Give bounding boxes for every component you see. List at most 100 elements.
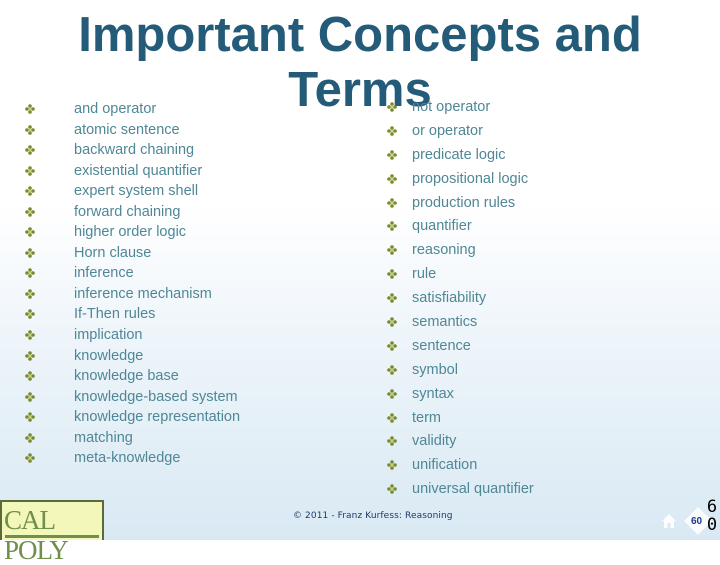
list-item: expert system shell [25,181,240,202]
list-item: rule [387,264,534,288]
list-item-text: knowledge base [74,368,179,385]
list-item: knowledge representation [25,407,241,428]
list-item: knowledge-based system [25,387,240,408]
list-item-text: and operator [74,101,157,117]
diamond-bullet-icon [387,484,397,495]
page-number-badge: 60 [691,516,703,527]
diamond-bullet-icon [25,309,35,320]
list-item-text: semantics [412,314,478,331]
list-item-text: propositional logic [412,170,529,187]
diamond-bullet-icon [387,102,397,112]
diamond-bullet-icon [387,149,397,160]
list-item-text: atomic sentence [74,121,180,138]
diamond-bullet-icon [25,206,35,217]
list-item: If-Then rules [25,304,240,325]
diamond-bullet-icon [25,371,35,381]
list-item: symbol [387,360,534,384]
list-item: knowledge [25,346,240,367]
list-item: meta-knowledge [25,448,240,469]
list-item: existential quantifier [25,161,240,182]
list-item-text: rule [412,266,437,283]
list-item: term [387,408,534,432]
cal-poly-logo: CAL POLY [0,500,104,565]
list-item-text: universal quantifier [412,481,534,498]
list-item-text: inference mechanism [74,285,212,302]
footer-copyright: © 2011 - Franz Kurfess: Reasoning [293,511,453,521]
list-item-text: predicate logic [412,146,506,163]
list-item-text: forward chaining [74,203,181,220]
list-item-text: satisfiability [412,290,487,307]
page-number-digit-bottom: 0 [706,515,718,535]
diamond-bullet-icon [387,173,397,184]
diamond-bullet-icon [387,317,397,327]
diamond-bullet-icon [25,124,35,135]
diamond-bullet-icon [387,293,397,303]
list-item: propositional logic [387,169,534,193]
diamond-bullet-icon [25,350,35,361]
list-item-text: expert system shell [74,183,199,200]
list-item-text: higher order logic [74,224,187,241]
list-item-text: syntax [412,385,454,402]
diamond-bullet-icon [25,248,35,258]
diamond-bullet-icon [387,269,397,280]
list-item-text: knowledge representation [74,409,241,426]
list-item: satisfiability [387,288,534,312]
list-item-text: If-Then rules [74,306,156,323]
list-item: semantics [387,312,534,336]
list-item: validity [387,431,534,455]
list-item-text: sentence [412,337,471,354]
list-item: or operator [387,121,534,145]
diamond-bullet-icon [387,245,397,256]
list-item: sentence [387,336,534,360]
list-item-text: or operator [412,122,483,139]
list-item: backward chaining [25,140,240,161]
page-number-large: 6 0 [705,498,719,534]
diamond-bullet-icon [387,221,397,232]
list-item: forward chaining [25,202,240,223]
list-item: syntax [387,384,534,408]
list-item-text: unification [412,457,478,474]
list-item-text: reasoning [412,242,476,259]
logo-underline [5,535,99,538]
diamond-bullet-icon [25,453,35,464]
list-item: quantifier [387,216,534,240]
diamond-bullet-icon [25,186,35,196]
list-item: production rules [387,193,534,217]
diamond-bullet-icon [387,126,397,136]
diamond-bullet-icon [387,436,397,447]
list-item: universal quantifier [387,479,534,503]
diamond-bullet-icon [25,268,35,279]
list-item-text: implication [74,327,143,344]
list-item: inference mechanism [25,284,240,305]
diamond-bullet-icon [387,341,397,351]
list-item-text: quantifier [412,218,472,235]
list-item: atomic sentence [25,120,240,141]
list-item-text: knowledge-based system [74,388,238,405]
diamond-bullet-icon [25,145,35,155]
diamond-bullet-icon [387,460,397,471]
terms-list-right: not operator or operator predicate logic pr… [387,97,534,503]
list-item: inference [25,263,240,284]
list-item-text: knowledge [74,347,144,364]
list-item-text: meta-knowledge [74,450,181,467]
list-item-text: term [412,409,441,426]
diamond-bullet-icon [25,165,35,176]
list-item-text: Horn clause [74,244,152,261]
diamond-bullet-icon [25,391,35,402]
list-item-text: existential quantifier [74,162,203,179]
home-icon[interactable] [662,514,676,528]
diamond-bullet-icon [387,197,397,208]
list-item: not operator [387,97,534,121]
list-item-text: validity [412,433,457,450]
diamond-bullet-icon [25,412,35,423]
list-item-text: matching [74,429,133,446]
list-item: reasoning [387,240,534,264]
diamond-bullet-icon [25,432,35,443]
list-item: higher order logic [25,222,240,243]
list-item: unification [387,455,534,479]
page-number-digit-top: 6 [706,497,718,517]
list-item: implication [25,325,240,346]
diamond-bullet-icon [25,330,35,340]
list-item: Horn clause [25,243,240,264]
diamond-bullet-icon [387,364,397,375]
